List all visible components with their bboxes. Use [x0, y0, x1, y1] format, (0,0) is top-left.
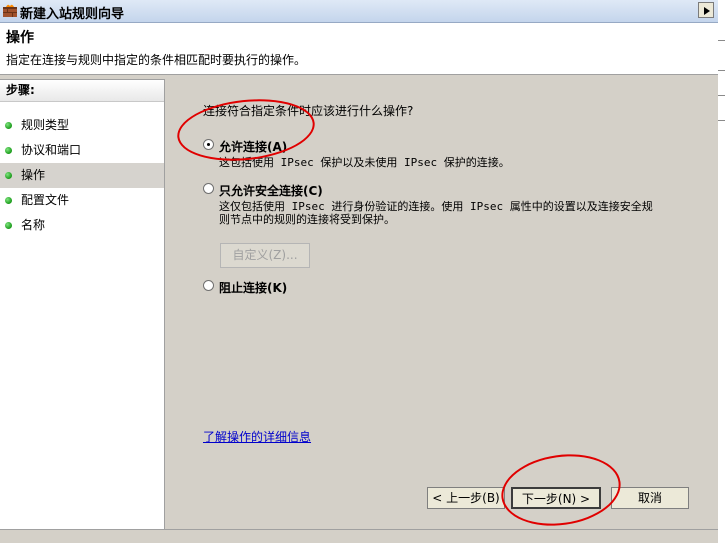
step-bullet-icon: [5, 222, 12, 229]
page-description: 指定在连接与规则中指定的条件相匹配时要执行的操作。: [6, 53, 307, 67]
background-window-strip: [718, 0, 725, 542]
sidebar-item-label: 协议和端口: [21, 143, 82, 157]
page-header: 操作 指定在连接与规则中指定的条件相匹配时要执行的操作。: [0, 23, 718, 75]
sidebar-item-label: 配置文件: [21, 193, 70, 207]
sidebar-item-profile[interactable]: 配置文件: [0, 188, 164, 213]
sidebar-item-label: 操作: [21, 168, 46, 182]
steps-sidebar: 步骤: 规则类型 协议和端口 操作 配置文件 名称: [0, 79, 165, 530]
sidebar-item-label: 名称: [21, 218, 46, 232]
step-bullet-icon: [5, 147, 12, 154]
title-bar-button[interactable]: [698, 2, 714, 18]
cancel-button[interactable]: 取消: [611, 487, 689, 509]
firewall-icon: [3, 4, 17, 17]
back-button[interactable]: < 上一步(B): [427, 487, 505, 509]
sidebar-item-protocol-port[interactable]: 协议和端口: [0, 138, 164, 163]
step-bullet-icon: [5, 172, 12, 179]
step-bullet-icon: [5, 197, 12, 204]
next-button[interactable]: 下一步(N) >: [511, 487, 601, 509]
bottom-bar: [0, 529, 718, 543]
block-connection-radio[interactable]: [203, 280, 214, 291]
sidebar-item-rule-type[interactable]: 规则类型: [0, 113, 164, 138]
window-title: 新建入站规则向导: [20, 7, 125, 22]
block-connection-label[interactable]: 阻止连接(K): [219, 279, 287, 296]
learn-more-link[interactable]: 了解操作的详细信息: [203, 428, 311, 445]
customize-button[interactable]: 自定义(Z)...: [220, 243, 310, 268]
wizard-window: 新建入站规则向导 操作 指定在连接与规则中指定的条件相匹配时要执行的操作。 步骤…: [0, 0, 718, 543]
action-question: 连接符合指定条件时应该进行什么操作?: [203, 104, 414, 118]
steps-heading: 步骤:: [0, 80, 164, 102]
secure-connection-label[interactable]: 只允许安全连接(C): [219, 182, 323, 199]
page-title: 操作: [6, 30, 34, 46]
step-bullet-icon: [5, 122, 12, 129]
allow-connection-radio[interactable]: [203, 139, 214, 150]
allow-connection-description: 这包括使用 IPsec 保护以及未使用 IPsec 保护的连接。: [219, 156, 510, 169]
sidebar-item-name[interactable]: 名称: [0, 213, 164, 238]
title-bar[interactable]: 新建入站规则向导: [0, 0, 718, 23]
sidebar-item-label: 规则类型: [21, 118, 70, 132]
allow-connection-label[interactable]: 允许连接(A): [219, 138, 287, 155]
secure-connection-radio[interactable]: [203, 183, 214, 194]
secure-connection-description: 这仅包括使用 IPsec 进行身份验证的连接。使用 IPsec 属性中的设置以及…: [219, 200, 653, 226]
main-content: 连接符合指定条件时应该进行什么操作? 允许连接(A) 这包括使用 IPsec 保…: [165, 80, 718, 530]
sidebar-item-action[interactable]: 操作: [0, 163, 164, 188]
